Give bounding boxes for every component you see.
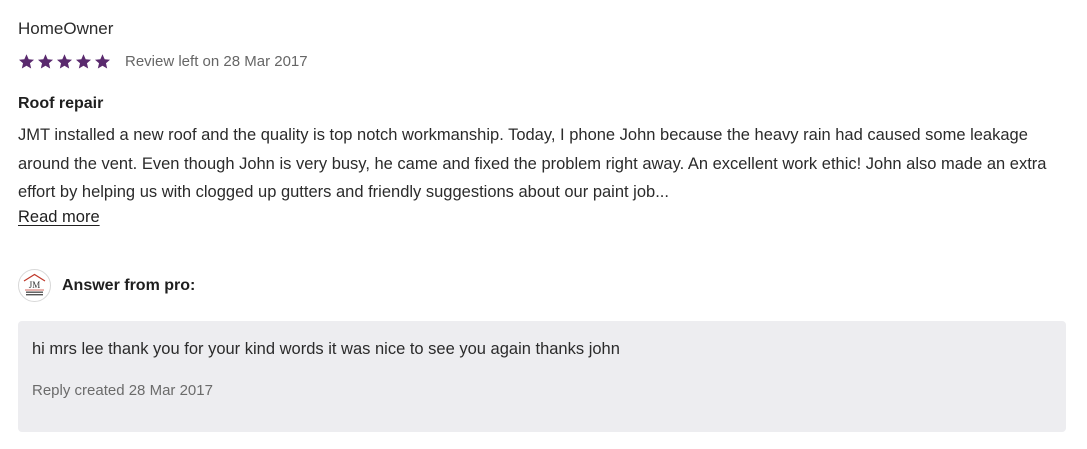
star-icon	[75, 53, 92, 70]
read-more-link[interactable]: Read more	[18, 208, 100, 227]
review-body: JMT installed a new roof and the quality…	[18, 126, 1047, 201]
reply-text: hi mrs lee thank you for your kind words…	[32, 340, 620, 358]
jm-roofing-painting-logo-icon: JM	[23, 273, 46, 296]
answer-header: JM Answer from pro:	[18, 269, 195, 302]
review-date: Review left on 28 Mar 2017	[125, 53, 308, 70]
star-rating	[18, 53, 111, 70]
reply-date: Reply created 28 Mar 2017	[32, 382, 213, 399]
pro-reply-box: hi mrs lee thank you for your kind words…	[18, 321, 1066, 432]
pro-avatar: JM	[18, 269, 51, 302]
star-icon	[37, 53, 54, 70]
review-title: Roof repair	[18, 95, 104, 112]
star-icon	[56, 53, 73, 70]
star-icon	[94, 53, 111, 70]
svg-text:JM: JM	[29, 280, 41, 290]
review-card: HomeOwner Review left on 28 Mar 2017 Roo…	[0, 0, 1087, 449]
reviewer-name: HomeOwner	[18, 19, 114, 38]
star-icon	[18, 53, 35, 70]
rating-row: Review left on 28 Mar 2017	[18, 53, 308, 70]
answer-label: Answer from pro:	[62, 276, 196, 294]
